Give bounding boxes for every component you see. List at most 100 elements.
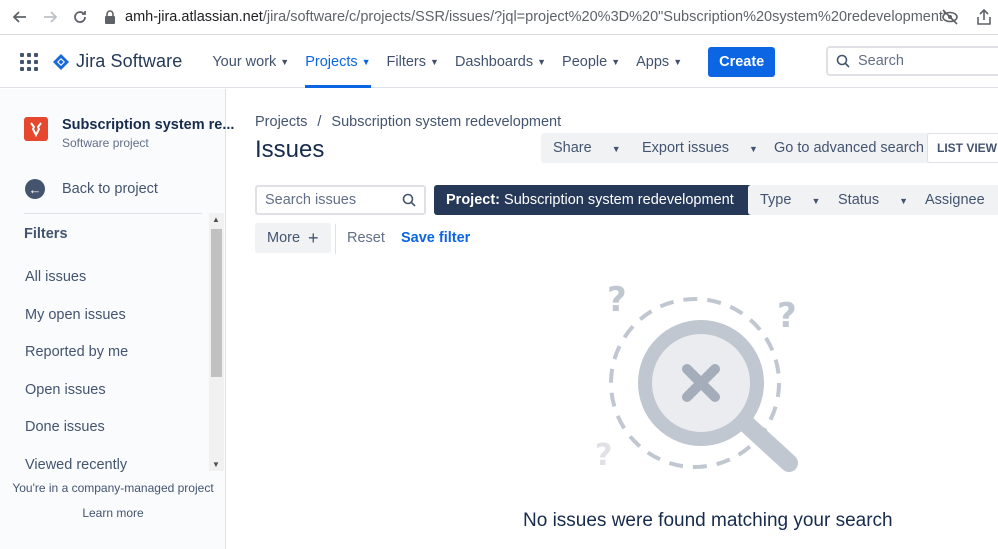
status-label: Status [838,192,880,208]
assignee-filter-button[interactable]: Assignee ▼ [913,185,998,215]
chevron-down-icon: ▼ [899,195,909,206]
type-filter-button[interactable]: Type ▼ [748,185,833,215]
project-name: Subscription system re... [62,117,235,133]
status-filter-button[interactable]: Status ▼ [826,185,921,215]
address-bar[interactable]: amh-jira.atlassian.net/jira/software/c/p… [125,9,945,25]
chevron-down-icon: ▼ [430,57,439,67]
save-filter-button[interactable]: Save filter [401,230,470,246]
share-icon[interactable] [975,8,993,26]
divider [24,213,202,214]
breadcrumb: Projects / Subscription system redevelop… [255,114,561,130]
filter-list: All issues My open issues Reported by me… [25,269,128,494]
jira-diamond-icon [53,53,69,70]
nav-label: Filters [386,53,427,70]
nav-label: Projects [305,53,358,70]
nav-filters[interactable]: Filters ▼ [379,36,447,88]
learn-more-link[interactable]: Learn more [0,506,226,520]
search-placeholder: Search [858,53,904,69]
arrow-left-icon [12,11,26,23]
project-header[interactable]: Subscription system re... Software proje… [24,117,234,150]
page-title: Issues [255,136,325,163]
nav-projects[interactable]: Projects ▼ [297,36,378,88]
filter-open-issues[interactable]: Open issues [25,382,128,420]
nav-people[interactable]: People ▼ [554,36,628,88]
plus-icon: + [308,227,319,248]
eye-off-icon[interactable] [941,8,959,26]
project-type: Software project [62,136,149,150]
chevron-down-icon: ▼ [361,57,371,67]
share-button[interactable]: Share ▼ [541,133,633,163]
back-label: Back to project [62,181,158,197]
nav-label: People [562,53,608,70]
browser-forward-button[interactable] [35,2,65,32]
back-to-project-link[interactable]: ← Back to project [25,179,158,199]
reset-button[interactable]: Reset [347,230,385,246]
list-view-toggle[interactable]: LIST VIEW ≡ [927,133,998,163]
assignee-label: Assignee [925,192,985,208]
url-host: amh-jira.atlassian.net [125,9,263,25]
browser-toolbar: amh-jira.atlassian.net/jira/software/c/p… [0,0,998,35]
chevron-down-icon: ▼ [673,57,683,67]
share-label: Share [553,140,592,156]
logo-text: Jira Software [76,51,183,71]
chevron-down-icon: ▼ [811,195,821,206]
export-issues-button[interactable]: Export issues ▼ [630,133,770,163]
project-avatar-icon [24,117,48,141]
url-path: /jira/software/c/projects/SSR/issues/?jq… [262,9,945,25]
nav-label: Dashboards [454,53,534,70]
jira-logo[interactable]: Jira Software [52,51,182,72]
search-icon [402,193,416,207]
filter-done-issues[interactable]: Done issues [25,419,128,457]
filter-my-open-issues[interactable]: My open issues [25,307,128,345]
empty-state-message: No issues were found matching your searc… [523,510,893,531]
nav-apps[interactable]: Apps ▼ [628,36,690,88]
advanced-search-button[interactable]: Go to advanced search [762,133,936,163]
chevron-down-icon: ▼ [611,57,621,67]
nav-your-work[interactable]: Your work ▼ [204,36,297,88]
chevron-down-icon: ▼ [537,57,547,67]
project-filter-value: Subscription system redevelopment [504,192,734,208]
arrow-left-circle-icon: ← [25,179,45,199]
lock-icon[interactable] [103,10,117,24]
list-view-label: LIST VIEW [937,141,997,155]
svg-text:?: ? [595,438,612,473]
svg-text:?: ? [607,285,627,320]
project-filter-text: Project: Subscription system redevelopme… [446,192,734,208]
global-search-input[interactable]: Search [826,46,998,76]
sidebar-scrollbar[interactable]: ▲ ▼ [209,213,224,471]
more-filters-button[interactable]: More + [255,223,331,253]
advanced-label: Go to advanced search [774,140,924,156]
more-label: More [267,230,301,246]
project-filter-button[interactable]: Project: Subscription system redevelopme… [434,185,769,215]
chevron-down-icon: ▼ [280,57,290,67]
project-filter-key: Project: [446,192,500,208]
chevron-down-icon: ▼ [611,143,621,154]
filter-reported-by-me[interactable]: Reported by me [25,344,128,382]
filters-heading: Filters [24,226,68,242]
jira-top-navigation: Jira Software Your work ▼ Projects ▼ Filte… [0,36,998,88]
nav-dashboards[interactable]: Dashboards ▼ [447,36,554,88]
arrow-right-icon [44,11,58,23]
search-issues-input[interactable]: Search issues [255,185,426,215]
svg-text:?: ? [777,296,797,336]
filter-all-issues[interactable]: All issues [25,269,128,307]
nav-label: Your work [212,53,277,70]
scrollbar-thumb[interactable] [211,229,222,377]
browser-back-button[interactable] [5,2,35,32]
export-label: Export issues [642,140,730,156]
scroll-down-icon[interactable]: ▼ [212,460,220,469]
reload-icon [74,11,86,23]
browser-reload-button[interactable] [65,2,95,32]
breadcrumb-project[interactable]: Subscription system redevelopment [331,114,561,130]
create-button[interactable]: Create [708,46,776,77]
app-switcher-icon[interactable] [20,52,38,71]
breadcrumb-projects[interactable]: Projects [255,114,307,130]
search-issues-placeholder: Search issues [265,192,357,208]
magnifier-not-found-icon: ? ? ? [595,280,798,473]
chevron-down-icon: ▼ [749,143,758,154]
issues-main: Projects / Subscription system redevelop… [227,89,998,549]
breadcrumb-separator: / [317,114,322,130]
nav-label: Apps [636,53,670,70]
type-label: Type [760,192,792,208]
scroll-up-icon[interactable]: ▲ [212,215,220,224]
